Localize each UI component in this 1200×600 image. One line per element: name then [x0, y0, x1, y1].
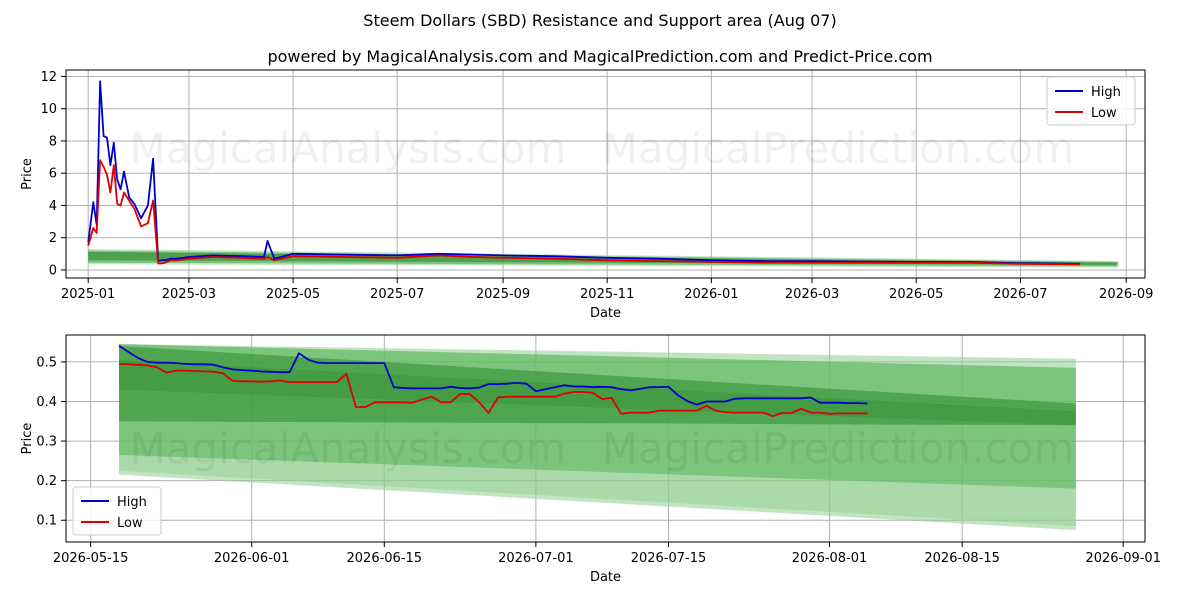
legend-label-high: High	[1091, 85, 1121, 100]
x-tick-label: 2025-07	[370, 287, 424, 302]
y-tick-label: 4	[49, 199, 57, 214]
x-axis-label: Date	[590, 306, 621, 321]
x-tick-label: 2025-01	[61, 287, 115, 302]
watermark: MagicalAnalysis.com MagicalPrediction.com	[130, 424, 1075, 473]
x-tick-label: 2026-05	[889, 287, 943, 302]
x-axis-label: Date	[590, 570, 621, 585]
x-tick-label: 2025-09	[476, 287, 530, 302]
x-tick-label: 2026-07-01	[498, 551, 574, 566]
y-tick-label: 2	[49, 231, 57, 246]
y-tick-label: 6	[49, 167, 57, 182]
y-tick-label: 0.3	[36, 435, 57, 450]
y-axis-label: Price	[20, 423, 35, 455]
watermark-text: MagicalPrediction.com	[602, 424, 1075, 473]
chart-canvas: Steem Dollars (SBD) Resistance and Suppo…	[0, 0, 1200, 600]
watermark-text: MagicalAnalysis.com	[130, 424, 567, 473]
watermark-text: MagicalPrediction.com	[602, 124, 1075, 173]
x-tick-label: 2025-03	[162, 287, 216, 302]
y-tick-label: 8	[49, 134, 57, 149]
y-tick-label: 10	[40, 102, 57, 117]
y-tick-label: 0	[49, 263, 57, 278]
x-tick-label: 2026-08-15	[924, 551, 1000, 566]
y-axis-label: Price	[20, 158, 35, 190]
legend: High Low	[72, 486, 162, 536]
x-tick-label: 2026-01	[684, 287, 738, 302]
x-tick-label: 2026-07-15	[631, 551, 707, 566]
x-tick-label: 2025-05	[266, 287, 320, 302]
x-tick-label: 2026-09-01	[1085, 551, 1161, 566]
x-tick-label: 2026-06-01	[214, 551, 290, 566]
legend-label-low: Low	[1091, 106, 1117, 121]
x-tick-label: 2026-05-15	[53, 551, 129, 566]
legend-label-low: Low	[117, 516, 143, 531]
x-tick-label: 2026-07	[993, 287, 1047, 302]
legend-label-high: High	[117, 495, 147, 510]
watermark-text: MagicalAnalysis.com	[130, 124, 567, 173]
x-tick-label: 2026-03	[785, 287, 839, 302]
x-tick-label: 2025-11	[580, 287, 634, 302]
x-tick-label: 2026-08-01	[792, 551, 868, 566]
x-tick-label: 2026-06-15	[347, 551, 423, 566]
chart-subtitle: powered by MagicalAnalysis.com and Magic…	[267, 47, 932, 66]
y-tick-label: 0.5	[36, 355, 57, 370]
y-tick-label: 12	[40, 70, 57, 85]
y-tick-label: 0.1	[36, 514, 57, 529]
y-tick-label: 0.4	[36, 395, 57, 410]
chart-title: Steem Dollars (SBD) Resistance and Suppo…	[363, 11, 836, 30]
legend: High Low	[1046, 76, 1136, 126]
y-tick-label: 0.2	[36, 474, 57, 489]
x-tick-label: 2026-09	[1099, 287, 1153, 302]
watermark: MagicalAnalysis.com MagicalPrediction.com	[130, 124, 1075, 173]
